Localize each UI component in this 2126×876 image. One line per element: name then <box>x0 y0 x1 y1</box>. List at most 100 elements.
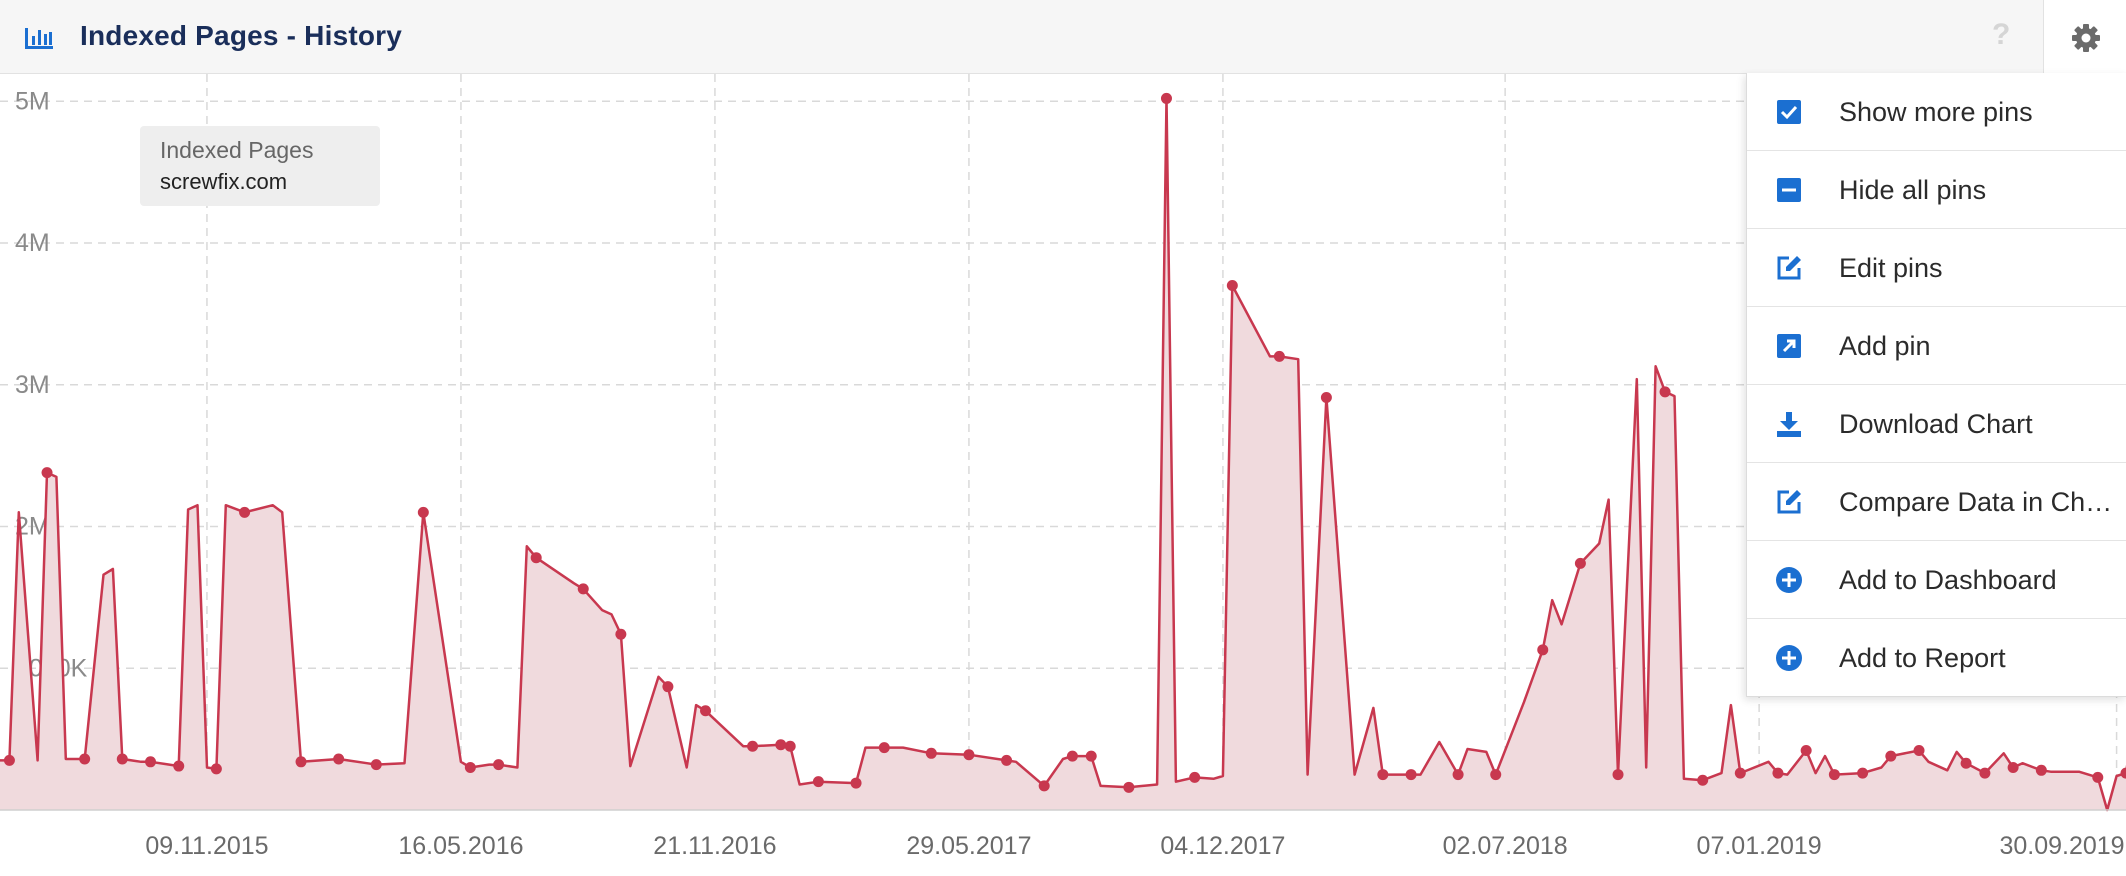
data-point <box>1189 771 1201 783</box>
plus-circle-icon <box>1776 567 1802 593</box>
data-point <box>1085 750 1097 762</box>
data-point <box>493 759 505 771</box>
data-point <box>1001 754 1013 766</box>
data-point <box>1405 769 1417 781</box>
data-point <box>775 739 787 751</box>
menu-item-label: Compare Data in Charts <box>1839 487 2119 517</box>
data-point <box>116 753 128 765</box>
data-point <box>615 628 627 640</box>
x-tick-label: 04.12.2017 <box>1160 832 1285 860</box>
x-tick-label: 29.05.2017 <box>906 832 1031 860</box>
menu-item-hide-all-pins[interactable]: Hide all pins <box>1747 151 2126 229</box>
page-title: Indexed Pages - History <box>80 20 403 51</box>
data-point <box>2035 764 2047 776</box>
data-point <box>210 763 222 775</box>
menu-item-add-to-dashboard[interactable]: Add to Dashboard <box>1747 541 2126 619</box>
data-point <box>1913 744 1925 756</box>
data-point <box>1490 769 1502 781</box>
data-point <box>1160 92 1172 104</box>
menu-item-add-pin[interactable]: Add pin <box>1747 307 2126 385</box>
data-point <box>878 742 890 754</box>
minus-box-icon <box>1777 178 1801 202</box>
chart-header: Indexed Pages - History ? <box>0 0 2043 74</box>
legend-domain: screwfix.com <box>160 169 288 194</box>
data-point <box>1885 750 1897 762</box>
data-point <box>239 506 251 518</box>
settings-menu: Show more pins Hide all pins Edit pins A… <box>1746 73 2126 697</box>
chart-legend: Indexed Pages screwfix.com <box>140 126 380 206</box>
data-point <box>1659 386 1671 398</box>
data-point <box>1452 769 1464 781</box>
data-point <box>784 740 796 752</box>
menu-item-label: Add pin <box>1839 331 1931 361</box>
menu-item-label: Hide all pins <box>1839 175 1987 205</box>
x-tick-label: 21.11.2016 <box>653 832 776 860</box>
data-point <box>530 552 542 564</box>
bar-chart-icon <box>25 28 53 49</box>
data-point <box>1273 350 1285 362</box>
data-point <box>145 756 157 768</box>
data-point <box>464 761 476 773</box>
data-point <box>1734 767 1746 779</box>
data-point <box>1226 280 1238 292</box>
menu-item-download-chart[interactable]: Download Chart <box>1747 385 2126 463</box>
data-point <box>41 467 53 479</box>
y-tick-label: 3M <box>15 371 50 399</box>
data-point <box>1320 392 1332 404</box>
data-point <box>1772 767 1784 779</box>
checkbox-checked-icon <box>1777 100 1801 124</box>
data-point <box>1697 774 1709 786</box>
download-icon <box>1777 412 1801 437</box>
data-point <box>295 756 307 768</box>
menu-item-show-more-pins[interactable]: Show more pins <box>1747 73 2126 151</box>
help-icon[interactable]: ? <box>1992 18 2010 52</box>
data-point <box>925 747 937 759</box>
data-point <box>1612 769 1624 781</box>
data-point <box>700 705 712 717</box>
data-point <box>1537 644 1549 656</box>
data-point <box>1828 769 1840 781</box>
data-point <box>1857 767 1869 779</box>
data-point <box>963 749 975 761</box>
menu-item-compare-data[interactable]: Compare Data in Charts <box>1747 463 2126 541</box>
menu-item-add-to-report[interactable]: Add to Report <box>1747 619 2126 697</box>
x-tick-label: 16.05.2016 <box>398 832 523 860</box>
x-tick-label: 30.09.2019 <box>1999 832 2124 860</box>
data-point <box>333 753 345 765</box>
data-point <box>1800 744 1812 756</box>
data-point <box>812 776 824 788</box>
data-point <box>370 759 382 771</box>
edit-icon <box>1777 490 1801 514</box>
arrow-box-icon <box>1777 334 1801 358</box>
gear-icon <box>2072 24 2100 52</box>
data-point <box>1574 557 1586 569</box>
menu-item-label: Download Chart <box>1839 409 2033 439</box>
data-point <box>1066 750 1078 762</box>
menu-item-edit-pins[interactable]: Edit pins <box>1747 229 2126 307</box>
settings-button[interactable] <box>2043 0 2126 73</box>
data-point <box>173 760 185 772</box>
y-tick-label: 5M <box>15 87 50 115</box>
data-point <box>3 754 15 766</box>
x-tick-label: 02.07.2018 <box>1443 832 1568 860</box>
data-point <box>577 583 589 595</box>
data-point <box>850 777 862 789</box>
legend-series-name: Indexed Pages <box>160 137 314 163</box>
data-point <box>1123 781 1135 793</box>
x-tick-label: 09.11.2015 <box>145 832 268 860</box>
data-point <box>417 506 429 518</box>
menu-item-label: Show more pins <box>1839 97 2033 127</box>
x-tick-label: 07.01.2019 <box>1697 832 1822 860</box>
data-point <box>1377 769 1389 781</box>
data-point <box>2092 771 2104 783</box>
data-point <box>747 740 759 752</box>
data-point <box>1979 767 1991 779</box>
data-point <box>2007 761 2019 773</box>
menu-item-label: Add to Report <box>1839 643 2006 673</box>
edit-icon <box>1777 256 1801 280</box>
data-point <box>79 753 91 765</box>
data-point <box>662 681 674 693</box>
data-point <box>1960 757 1972 769</box>
plus-circle-icon <box>1776 645 1802 671</box>
data-point <box>1038 780 1050 792</box>
